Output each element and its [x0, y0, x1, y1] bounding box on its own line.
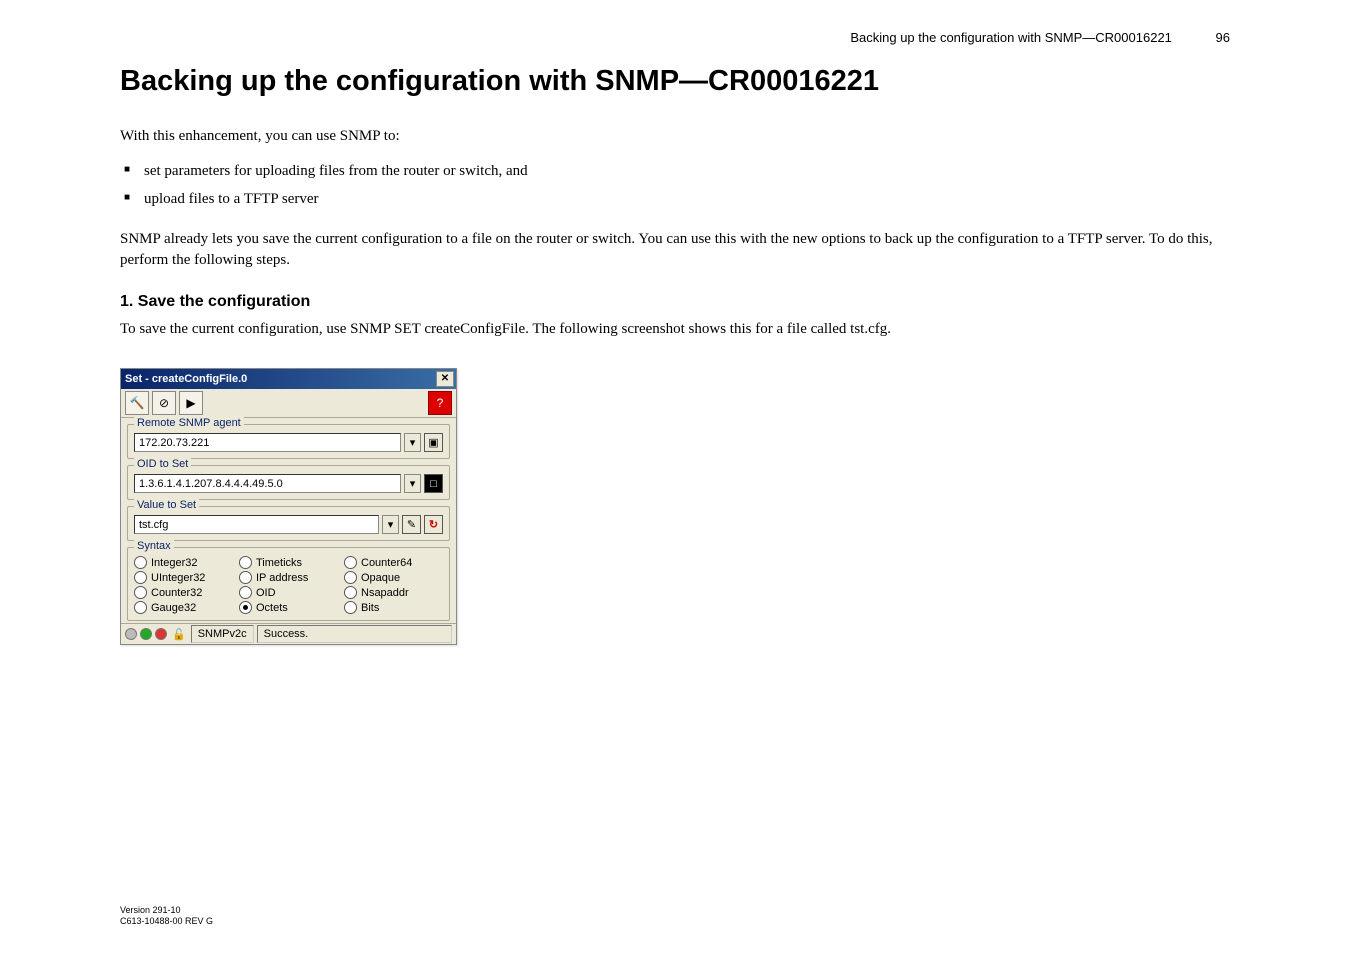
radio-uinteger32[interactable]: UInteger32	[134, 571, 233, 584]
status-led-1	[125, 628, 137, 640]
radio-label: Gauge32	[151, 602, 196, 614]
value-dropdown[interactable]: ▾	[382, 515, 399, 534]
radio-oid[interactable]: OID	[239, 586, 338, 599]
radio-nsapaddr[interactable]: Nsapaddr	[344, 586, 443, 599]
footer-docid: C613-10488-00 REV G	[120, 916, 213, 928]
dialog-title: Set - createConfigFile.0	[125, 373, 247, 385]
toolbar-button-3[interactable]: ▶	[179, 391, 203, 415]
chevron-down-icon: ▾	[388, 518, 394, 531]
radio-label: Octets	[256, 602, 288, 614]
remote-agent-value: 172.20.73.221	[139, 437, 209, 449]
footer-version: Version 291-10	[120, 905, 213, 917]
remote-agent-input[interactable]: 172.20.73.221	[134, 433, 401, 452]
status-message-text: Success.	[264, 628, 309, 640]
oid-label: OID to Set	[134, 458, 191, 470]
value-edit-button[interactable]: ✎	[402, 515, 421, 534]
snmp-set-dialog: Set - createConfigFile.0 ✕ 🔨 ⊘ ▶ ? Remot…	[120, 368, 457, 645]
value-refresh-button[interactable]: ↻	[424, 515, 443, 534]
radio-label: UInteger32	[151, 572, 205, 584]
radio-bits[interactable]: Bits	[344, 601, 443, 614]
remote-agent-label: Remote SNMP agent	[134, 417, 244, 429]
page-number: 96	[1216, 30, 1230, 45]
status-message-cell: Success.	[257, 625, 452, 643]
radio-gauge32[interactable]: Gauge32	[134, 601, 233, 614]
radio-label: Counter64	[361, 557, 412, 569]
oid-input[interactable]: 1.3.6.1.4.1.207.8.4.4.4.49.5.0	[134, 474, 401, 493]
bullet-list: set parameters for uploading files from …	[120, 159, 1230, 211]
running-header: Backing up the configuration with SNMP—C…	[120, 30, 1230, 45]
radio-label: Integer32	[151, 557, 197, 569]
page-title: Backing up the configuration with SNMP—C…	[120, 65, 1230, 98]
radio-label: Opaque	[361, 572, 400, 584]
oid-browse-button[interactable]: □	[424, 474, 443, 493]
help-icon: ?	[437, 396, 444, 410]
chevron-down-icon: ▾	[410, 477, 416, 490]
value-input[interactable]: tst.cfg	[134, 515, 379, 534]
hammer-icon: 🔨	[130, 396, 145, 410]
radio-timeticks[interactable]: Timeticks	[239, 556, 338, 569]
dialog-toolbar: 🔨 ⊘ ▶ ?	[121, 389, 456, 418]
bullet-item: set parameters for uploading files from …	[120, 159, 1230, 183]
dialog-statusbar: 🔓 SNMPv2c Success.	[121, 623, 456, 644]
dialog-titlebar: Set - createConfigFile.0 ✕	[121, 369, 456, 389]
running-title: Backing up the configuration with SNMP—C…	[850, 30, 1172, 45]
lock-icon: 🔓	[172, 628, 186, 641]
close-icon: ✕	[441, 374, 449, 384]
snmp-version-cell: SNMPv2c	[191, 625, 254, 643]
oid-group: OID to Set 1.3.6.1.4.1.207.8.4.4.4.49.5.…	[127, 465, 450, 500]
step-heading: 1. Save the configuration	[120, 293, 1230, 311]
radio-label: IP address	[256, 572, 308, 584]
radio-label: Counter32	[151, 587, 202, 599]
remote-agent-group: Remote SNMP agent 172.20.73.221 ▾ ▣	[127, 424, 450, 459]
status-led-3	[155, 628, 167, 640]
radio-ipaddress[interactable]: IP address	[239, 571, 338, 584]
toolbar-button-1[interactable]: 🔨	[125, 391, 149, 415]
page-footer: Version 291-10 C613-10488-00 REV G	[120, 905, 213, 928]
remote-agent-browse-button[interactable]: ▣	[424, 433, 443, 452]
radio-counter32[interactable]: Counter32	[134, 586, 233, 599]
radio-octets[interactable]: Octets	[239, 601, 338, 614]
syntax-group: Syntax Integer32 Timeticks Counter64 UIn…	[127, 547, 450, 621]
action-icon: ▶	[186, 396, 195, 410]
radio-label: Bits	[361, 602, 379, 614]
bullet-item: upload files to a TFTP server	[120, 187, 1230, 211]
radio-label: Timeticks	[256, 557, 302, 569]
remote-agent-dropdown[interactable]: ▾	[404, 433, 421, 452]
syntax-radio-grid: Integer32 Timeticks Counter64 UInteger32…	[134, 556, 443, 614]
browse-icon: ▣	[428, 436, 438, 449]
value-value: tst.cfg	[139, 519, 168, 531]
toolbar-button-help[interactable]: ?	[428, 391, 452, 415]
square-icon: □	[430, 478, 437, 490]
value-label: Value to Set	[134, 499, 199, 511]
toolbar-button-2[interactable]: ⊘	[152, 391, 176, 415]
radio-integer32[interactable]: Integer32	[134, 556, 233, 569]
stop-icon: ⊘	[159, 396, 169, 410]
snmp-version-text: SNMPv2c	[198, 628, 247, 640]
paragraph: SNMP already lets you save the current c…	[120, 229, 1230, 271]
oid-value: 1.3.6.1.4.1.207.8.4.4.4.49.5.0	[139, 478, 283, 490]
radio-counter64[interactable]: Counter64	[344, 556, 443, 569]
radio-label: OID	[256, 587, 276, 599]
step-text: To save the current configuration, use S…	[120, 319, 1230, 340]
radio-label: Nsapaddr	[361, 587, 409, 599]
oid-dropdown[interactable]: ▾	[404, 474, 421, 493]
edit-icon: ✎	[407, 518, 416, 531]
close-button[interactable]: ✕	[436, 371, 454, 387]
intro-paragraph: With this enhancement, you can use SNMP …	[120, 126, 1230, 147]
value-group: Value to Set tst.cfg ▾ ✎ ↻	[127, 506, 450, 541]
syntax-label: Syntax	[134, 540, 174, 552]
chevron-down-icon: ▾	[410, 436, 416, 449]
radio-opaque[interactable]: Opaque	[344, 571, 443, 584]
refresh-icon: ↻	[429, 518, 438, 531]
status-led-2	[140, 628, 152, 640]
